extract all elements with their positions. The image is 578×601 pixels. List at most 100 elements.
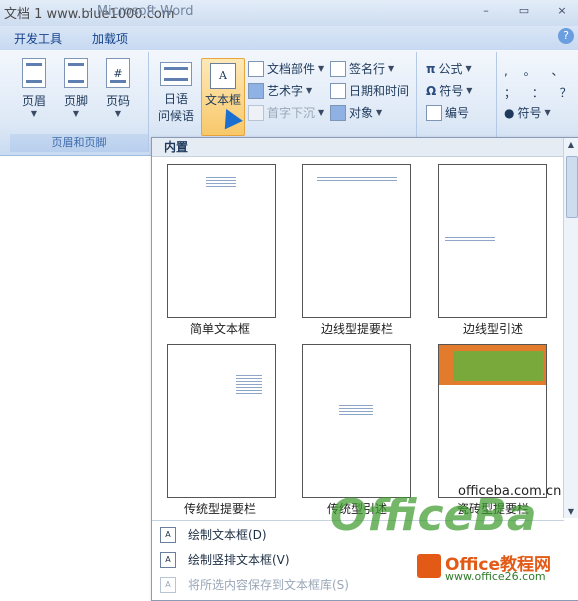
- numbering-icon: [426, 104, 442, 121]
- chevron-down-icon: ▼: [72, 109, 80, 118]
- special-symbol-label: 符号: [517, 106, 542, 120]
- tab-developer[interactable]: 开发工具: [14, 30, 62, 47]
- chevron-down-icon: ▼: [388, 64, 395, 73]
- object-icon: [330, 104, 346, 121]
- draw-textbox-label: 绘制文本框(D): [188, 528, 267, 542]
- gallery-section-header: 内置: [152, 138, 574, 157]
- gallery-item-label: 边线型引述: [462, 322, 523, 336]
- chevron-down-icon: ▼: [114, 109, 122, 118]
- calendar-icon: [330, 82, 346, 99]
- save-to-gallery-icon: A: [160, 576, 176, 593]
- dropcap-label: 首字下沉: [267, 106, 316, 120]
- draw-vertical-textbox-item[interactable]: A 绘制竖排文本框(V): [160, 551, 290, 568]
- minimize-button[interactable]: –: [476, 2, 496, 20]
- logo-big-text: OfficeBa: [330, 490, 537, 541]
- draw-textbox-icon: A: [160, 526, 176, 543]
- signature-line-button[interactable]: 签名行 ▼: [330, 60, 394, 77]
- gallery-item-sideline-quote[interactable]: [438, 164, 547, 318]
- wordart-icon: [248, 82, 264, 99]
- dropcap-icon: [248, 104, 264, 121]
- dropcap-button[interactable]: 首字下沉 ▼: [248, 104, 324, 121]
- special-chars-row-1[interactable]: , 。 、 ·: [504, 62, 578, 79]
- textbox-preview: [206, 177, 236, 189]
- quick-parts-icon: [248, 60, 264, 77]
- logo-badge: Office教程网 www.office26.com: [415, 550, 570, 584]
- textbox-label: 文本框: [204, 93, 241, 107]
- footer-label: 页脚: [63, 94, 88, 108]
- bullet-icon: ●: [504, 105, 515, 120]
- logo-url-text: www.office26.com: [445, 570, 546, 583]
- draw-textbox-item[interactable]: A 绘制文本框(D): [160, 526, 267, 543]
- chevron-down-icon: ▼: [318, 64, 325, 73]
- tab-addins[interactable]: 加载项: [92, 30, 128, 47]
- equation-button[interactable]: π 公式 ▼: [426, 60, 472, 77]
- gallery-item-simple-textbox[interactable]: [167, 164, 276, 318]
- omega-icon: Ω: [426, 83, 437, 98]
- header-footer-group: 页眉 ▼ 页脚 ▼ # 页码 ▼ 页眉和页脚: [10, 52, 149, 152]
- greeting-icon: [160, 62, 192, 86]
- chevron-down-icon: ▼: [30, 109, 38, 118]
- pi-icon: π: [426, 61, 436, 76]
- special-chars-row-2[interactable]: ； ： ？: [504, 84, 578, 101]
- title-bar: 文档 1 www.blue1000.com - Microsoft Word –…: [0, 0, 578, 27]
- chevron-down-icon: ▼: [306, 86, 313, 95]
- textbox-preview: [445, 237, 495, 243]
- gallery-item-traditional-sidebar[interactable]: [167, 344, 276, 498]
- textbox-icon: A: [210, 63, 236, 89]
- header-label: 页眉: [21, 94, 46, 108]
- chevron-down-icon: ▼: [318, 108, 325, 117]
- draw-vertical-textbox-label: 绘制竖排文本框(V): [188, 553, 290, 567]
- textbox-preview: [339, 405, 373, 417]
- footer-button[interactable]: 页脚 ▼: [58, 58, 94, 118]
- gallery-item-label: 传统型提要栏: [183, 502, 256, 516]
- object-label: 对象: [349, 106, 374, 120]
- header-button[interactable]: 页眉 ▼: [16, 58, 52, 118]
- tile-green-block: [453, 351, 543, 381]
- gallery-item-sideline-sidebar[interactable]: [302, 164, 411, 318]
- gallery-item-label: 边线型提要栏: [320, 322, 393, 336]
- chevron-down-icon: ▼: [544, 108, 551, 117]
- chevron-down-icon: ▼: [376, 108, 383, 117]
- special-symbol-button[interactable]: ● 符号 ▼: [504, 104, 551, 121]
- chevron-down-icon: ▼: [466, 86, 473, 95]
- close-button[interactable]: ×: [552, 2, 572, 20]
- quick-parts-button[interactable]: 文档部件 ▼: [248, 60, 324, 77]
- page-number-label: 页码: [105, 94, 130, 108]
- numbering-button[interactable]: 编号: [426, 104, 469, 121]
- page-number-button[interactable]: # 页码 ▼: [100, 58, 136, 118]
- scroll-up-icon[interactable]: ▲: [566, 140, 576, 149]
- office-logo-icon: [417, 554, 441, 578]
- gallery-scrollbar[interactable]: ▲ ▼: [563, 138, 578, 518]
- japanese-greeting-button[interactable]: 日语 问候语: [154, 58, 198, 124]
- gallery-item-tile-sidebar[interactable]: [438, 344, 547, 498]
- signature-label: 签名行: [349, 62, 386, 76]
- datetime-button[interactable]: 日期和时间: [330, 82, 409, 99]
- scroll-thumb[interactable]: [566, 156, 578, 218]
- footer-icon: [64, 58, 88, 88]
- symbol-label: 符号: [439, 84, 464, 98]
- textbox-preview: [236, 375, 262, 396]
- textbox-preview: [317, 177, 397, 183]
- page-number-icon: #: [106, 58, 130, 88]
- wordart-button[interactable]: 艺术字 ▼: [248, 82, 312, 99]
- gallery-item-label: 简单文本框: [189, 322, 250, 336]
- symbol-button[interactable]: Ω 符号 ▼: [426, 82, 472, 99]
- object-button[interactable]: 对象 ▼: [330, 104, 382, 121]
- help-icon[interactable]: ?: [558, 28, 574, 44]
- ribbon-tab-bar: 开发工具 加载项 ?: [0, 26, 578, 50]
- group-label: 页眉和页脚: [10, 134, 148, 152]
- wordart-label: 艺术字: [267, 84, 304, 98]
- window-controls: – ▭ ×: [476, 2, 572, 20]
- window-title: - Microsoft Word: [88, 4, 194, 19]
- signature-icon: [330, 60, 346, 77]
- header-icon: [22, 58, 46, 88]
- officeba-logo: officeba.com.cn OfficeBa Office教程网 www.o…: [320, 480, 570, 590]
- japanese-label-2: 问候语: [157, 109, 194, 123]
- chevron-down-icon: ▼: [465, 64, 472, 73]
- japanese-label-1: 日语: [163, 92, 188, 106]
- gallery-item-traditional-quote[interactable]: [302, 344, 411, 498]
- equation-label: 公式: [438, 62, 463, 76]
- draw-vertical-textbox-icon: A: [160, 551, 176, 568]
- restore-button[interactable]: ▭: [514, 2, 534, 20]
- quick-parts-label: 文档部件: [267, 62, 316, 76]
